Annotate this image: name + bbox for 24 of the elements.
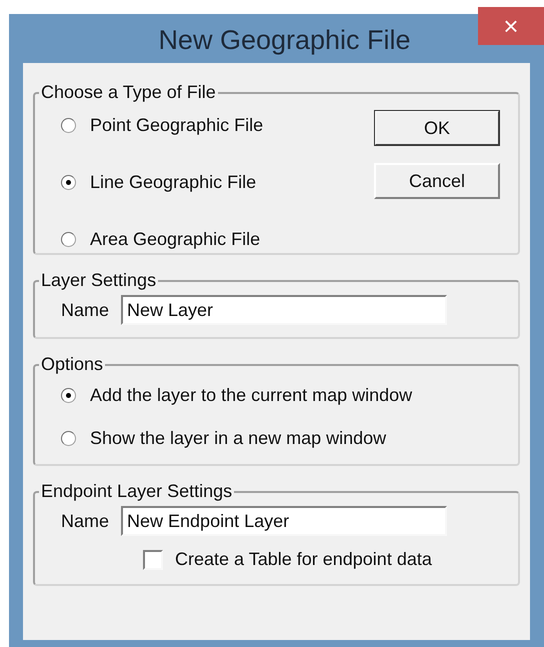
radio-label[interactable]: Point Geographic File xyxy=(90,112,264,139)
radio-label[interactable]: Show the layer in a new map window xyxy=(90,425,386,452)
checkbox[interactable] xyxy=(143,550,163,570)
radio-button[interactable] xyxy=(61,175,76,190)
checkbox-label[interactable]: Create a Table for endpoint data xyxy=(175,546,432,573)
radio-label[interactable]: Area Geographic File xyxy=(90,226,260,253)
radio-button[interactable] xyxy=(61,388,76,403)
radio-button[interactable] xyxy=(61,431,76,446)
name-field[interactable]: New Endpoint Layer xyxy=(121,506,448,536)
close-button[interactable]: × xyxy=(478,7,544,45)
group-label: Choose a Type of File xyxy=(40,81,217,104)
radio-button[interactable] xyxy=(61,232,76,247)
name-field[interactable]: New Layer xyxy=(121,295,448,325)
group-label: Options xyxy=(40,353,104,376)
ok-button[interactable]: OK xyxy=(374,110,500,146)
group-label: Endpoint Layer Settings xyxy=(40,480,234,503)
group-label: Layer Settings xyxy=(40,269,158,292)
cancel-button[interactable]: Cancel xyxy=(374,163,500,199)
radio-label[interactable]: Line Geographic File xyxy=(90,169,256,196)
radio-button[interactable] xyxy=(61,118,76,133)
field-label: Name xyxy=(61,510,110,532)
window-title: New Geographic File xyxy=(158,24,411,58)
field-label: Name xyxy=(61,298,110,322)
radio-label[interactable]: Add the layer to the current map window xyxy=(90,382,412,409)
